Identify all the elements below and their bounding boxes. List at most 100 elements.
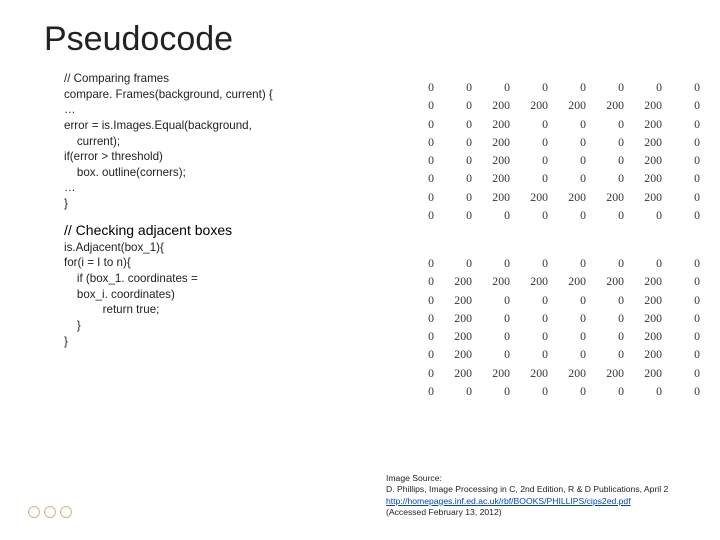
matrix-cell: 200: [480, 116, 516, 132]
matrix-cell: 0: [404, 255, 440, 271]
matrix-cell: 0: [670, 383, 706, 399]
matrix-cell: 0: [556, 328, 592, 344]
matrix-cell: 0: [518, 383, 554, 399]
matrix-cell: 0: [404, 310, 440, 326]
matrix-cell: 0: [404, 273, 440, 289]
matrix-cell: 0: [556, 170, 592, 186]
code-column: // Comparing frames compare. Frames(back…: [64, 71, 364, 401]
matrix-cell: 200: [594, 189, 630, 205]
code-block-compare: // Comparing frames compare. Frames(back…: [64, 71, 364, 212]
matrix-cell: 0: [480, 207, 516, 223]
code-line: error = is.Images.Equal(background,: [64, 118, 364, 134]
matrix-cell: 0: [442, 152, 478, 168]
matrix-cell: 200: [480, 273, 516, 289]
credit-line: Image Source:: [386, 473, 668, 484]
matrix-cell: 0: [632, 383, 668, 399]
matrix-cell: 200: [632, 310, 668, 326]
matrix-cell: 200: [480, 134, 516, 150]
matrix-cell: 0: [404, 97, 440, 113]
matrix-cell: 0: [594, 134, 630, 150]
code-line: if(error > threshold): [64, 149, 364, 165]
matrix-cell: 200: [442, 346, 478, 362]
code-line: }: [64, 318, 364, 334]
matrix-cell: 0: [404, 292, 440, 308]
matrix-cell: 200: [632, 328, 668, 344]
code-line: }: [64, 334, 364, 350]
credit-line: D. Phillips, Image Processing in C, 2nd …: [386, 484, 668, 495]
matrix-cell: 0: [670, 365, 706, 381]
matrix-cell: 200: [442, 292, 478, 308]
matrix-cell: 0: [518, 170, 554, 186]
matrix-cell: 0: [594, 152, 630, 168]
matrix-cell: 0: [670, 273, 706, 289]
matrix-cell: 0: [594, 79, 630, 95]
code-line: box_i. coordinates): [64, 287, 364, 303]
matrix-cell: 200: [632, 116, 668, 132]
matrix-cell: 0: [404, 116, 440, 132]
matrix-cell: 200: [442, 328, 478, 344]
matrix-cell: 0: [404, 170, 440, 186]
matrix-cell: 0: [442, 116, 478, 132]
matrix-cell: 0: [594, 255, 630, 271]
matrix-cell: 200: [556, 189, 592, 205]
matrix-cell: 0: [556, 152, 592, 168]
matrix-cell: 200: [632, 346, 668, 362]
matrix-cell: 0: [518, 346, 554, 362]
matrix-cell: 0: [442, 97, 478, 113]
matrix-cell: 0: [556, 346, 592, 362]
matrix-cell: 0: [442, 79, 478, 95]
matrix-cell: 0: [404, 134, 440, 150]
matrix-cell: 0: [404, 383, 440, 399]
body: // Comparing frames compare. Frames(back…: [0, 71, 720, 401]
matrix-cell: 200: [518, 273, 554, 289]
matrix-cell: 200: [518, 365, 554, 381]
matrix-cell: 0: [556, 134, 592, 150]
matrix-cell: 200: [632, 365, 668, 381]
credit-link[interactable]: http://homepages.inf.ed.ac.uk/rbf/BOOKS/…: [386, 496, 631, 506]
matrix-cell: 200: [480, 97, 516, 113]
matrix-cell: 0: [594, 116, 630, 132]
code-line: box. outline(corners);: [64, 165, 364, 181]
matrix-cell: 200: [632, 170, 668, 186]
matrix-cell: 0: [594, 170, 630, 186]
matrix-cell: 0: [670, 170, 706, 186]
matrix-cell: 200: [594, 365, 630, 381]
matrix-cell: 0: [518, 328, 554, 344]
matrix-cell: 0: [670, 328, 706, 344]
matrix-cell: 0: [632, 79, 668, 95]
code-line: }: [64, 196, 364, 212]
code-header-adjacent: // Checking adjacent boxes: [64, 222, 364, 238]
credit-line: (Accessed February 13, 2012): [386, 507, 668, 518]
matrix-cell: 0: [670, 134, 706, 150]
matrix-cell: 0: [556, 116, 592, 132]
code-line: if (box_1. coordinates =: [64, 271, 364, 287]
matrix-cell: 0: [518, 116, 554, 132]
matrix-cell: 0: [556, 292, 592, 308]
matrix-cell: 200: [480, 189, 516, 205]
matrix-cell: 0: [480, 310, 516, 326]
matrix-cell: 0: [632, 255, 668, 271]
matrix-cell: 200: [632, 273, 668, 289]
matrix-cell: 0: [518, 207, 554, 223]
matrix-cell: 200: [480, 365, 516, 381]
matrix-cell: 0: [480, 383, 516, 399]
matrix-cell: 200: [442, 365, 478, 381]
matrix-bottom: 0000000002002002002002002000020000002000…: [402, 253, 708, 401]
code-line: for(i = I to n){: [64, 255, 364, 271]
matrix-cell: 0: [594, 207, 630, 223]
matrix-cell: 200: [594, 273, 630, 289]
matrix-cell: 0: [670, 189, 706, 205]
matrix-cell: 0: [404, 346, 440, 362]
matrix-cell: 0: [670, 292, 706, 308]
code-line: // Comparing frames: [64, 71, 364, 87]
matrix-cell: 200: [442, 310, 478, 326]
matrix-cell: 0: [404, 365, 440, 381]
matrix-cell: 200: [632, 152, 668, 168]
matrix-cell: 0: [442, 189, 478, 205]
code-line: …: [64, 180, 364, 196]
matrix-cell: 0: [594, 328, 630, 344]
matrix-cell: 0: [480, 255, 516, 271]
matrix-cell: 0: [518, 152, 554, 168]
matrix-cell: 200: [518, 189, 554, 205]
matrix-cell: 200: [594, 97, 630, 113]
